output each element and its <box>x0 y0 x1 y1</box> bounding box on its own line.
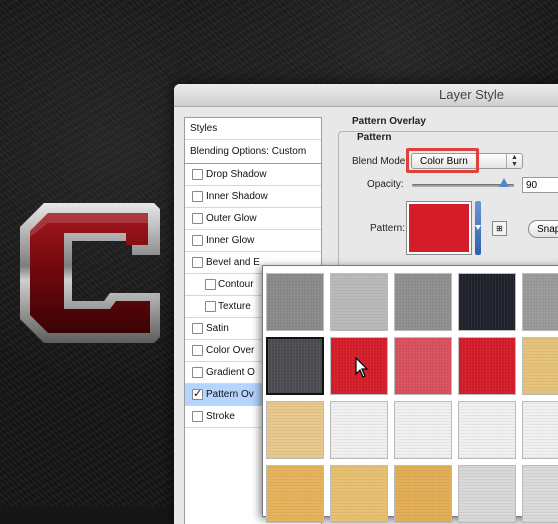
mouse-cursor-icon <box>355 357 369 378</box>
blending-options-item[interactable]: Blending Options: Custom <box>185 140 321 164</box>
pattern-tile[interactable] <box>458 465 516 523</box>
style-checkbox[interactable] <box>192 169 203 180</box>
style-item-label: Pattern Ov <box>206 389 254 400</box>
pattern-tile[interactable] <box>330 273 388 331</box>
pattern-label: Pattern: <box>370 223 406 234</box>
annotation-highlight-box <box>406 148 479 173</box>
pattern-tile[interactable] <box>458 273 516 331</box>
opacity-slider-thumb[interactable] <box>499 178 509 187</box>
pattern-swatch[interactable] <box>406 201 472 255</box>
snap-to-origin-button[interactable]: Snap <box>528 220 558 238</box>
chevron-updown-icon: ▲ ▼ <box>506 154 522 168</box>
dialog-title: Layer Style <box>439 87 505 102</box>
new-preset-icon[interactable]: ⊞ <box>492 221 507 236</box>
style-checkbox[interactable] <box>192 384 203 405</box>
style-item-label: Color Over <box>206 345 255 356</box>
styles-header[interactable]: Styles <box>185 118 321 140</box>
style-item-label: Gradient O <box>206 367 255 378</box>
style-item-label: Outer Glow <box>206 213 257 224</box>
style-item-outer-glow[interactable]: Outer Glow <box>185 208 321 230</box>
section-title: Pattern Overlay <box>352 116 426 127</box>
style-checkbox[interactable] <box>192 323 203 334</box>
style-checkbox[interactable] <box>192 191 203 202</box>
style-checkbox[interactable] <box>192 213 203 224</box>
style-checkbox[interactable] <box>205 301 216 312</box>
style-checkbox[interactable] <box>205 279 216 290</box>
blend-mode-label: Blend Mode: <box>352 156 409 167</box>
opacity-input[interactable]: 90 <box>522 177 558 193</box>
pattern-tile[interactable] <box>394 465 452 523</box>
pattern-tile[interactable] <box>522 401 558 459</box>
style-item-inner-glow[interactable]: Inner Glow <box>185 230 321 252</box>
style-item-label: Inner Shadow <box>206 191 268 202</box>
pattern-tile[interactable] <box>330 465 388 523</box>
style-item-label: Satin <box>206 323 229 334</box>
pattern-tile[interactable] <box>394 273 452 331</box>
style-item-label: Inner Glow <box>206 235 255 246</box>
dialog-titlebar: Layer Style <box>174 84 558 107</box>
pattern-swatch-fill <box>409 204 469 252</box>
style-checkbox[interactable] <box>192 367 203 378</box>
pattern-tile[interactable] <box>394 337 452 395</box>
red-g-logo <box>20 203 160 343</box>
pattern-tile[interactable] <box>266 337 324 395</box>
group-title: Pattern <box>354 132 395 143</box>
opacity-label: Opacity: <box>367 179 404 190</box>
style-item-drop-shadow[interactable]: Drop Shadow <box>185 164 321 186</box>
pattern-tile[interactable] <box>522 273 558 331</box>
style-checkbox[interactable] <box>192 345 203 356</box>
style-item-label: Bevel and E <box>206 257 260 268</box>
style-item-label: Texture <box>218 301 251 312</box>
pattern-tile[interactable] <box>458 337 516 395</box>
pattern-tile[interactable] <box>266 401 324 459</box>
style-checkbox[interactable] <box>192 411 203 422</box>
style-item-label: Stroke <box>206 411 235 422</box>
pattern-tile[interactable] <box>266 273 324 331</box>
style-checkbox[interactable] <box>192 257 203 268</box>
pattern-tile[interactable] <box>266 465 324 523</box>
style-checkbox[interactable] <box>192 235 203 246</box>
pattern-picker-popup <box>262 265 558 523</box>
style-item-inner-shadow[interactable]: Inner Shadow <box>185 186 321 208</box>
pattern-tile[interactable] <box>522 337 558 395</box>
pattern-tile[interactable] <box>330 401 388 459</box>
pattern-picker-arrow[interactable] <box>475 201 481 255</box>
style-item-label: Contour <box>218 279 254 290</box>
pattern-tile[interactable] <box>522 465 558 523</box>
pattern-tile[interactable] <box>394 401 452 459</box>
style-item-label: Drop Shadow <box>206 169 267 180</box>
pattern-tile[interactable] <box>458 401 516 459</box>
